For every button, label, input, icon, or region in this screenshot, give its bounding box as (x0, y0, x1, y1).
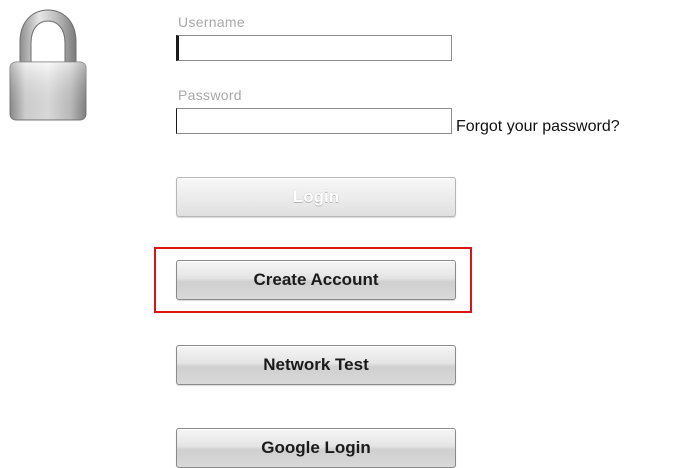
password-label: Password (178, 87, 242, 103)
username-input[interactable] (176, 35, 452, 61)
network-test-button[interactable]: Network Test (176, 345, 456, 385)
password-input[interactable] (176, 108, 452, 134)
username-label: Username (178, 14, 245, 30)
forgot-password-link[interactable]: Forgot your password? (456, 118, 620, 136)
google-login-button[interactable]: Google Login (176, 428, 456, 468)
create-account-button[interactable]: Create Account (176, 260, 456, 300)
login-button[interactable]: Login (176, 177, 456, 217)
padlock-icon (9, 9, 87, 121)
